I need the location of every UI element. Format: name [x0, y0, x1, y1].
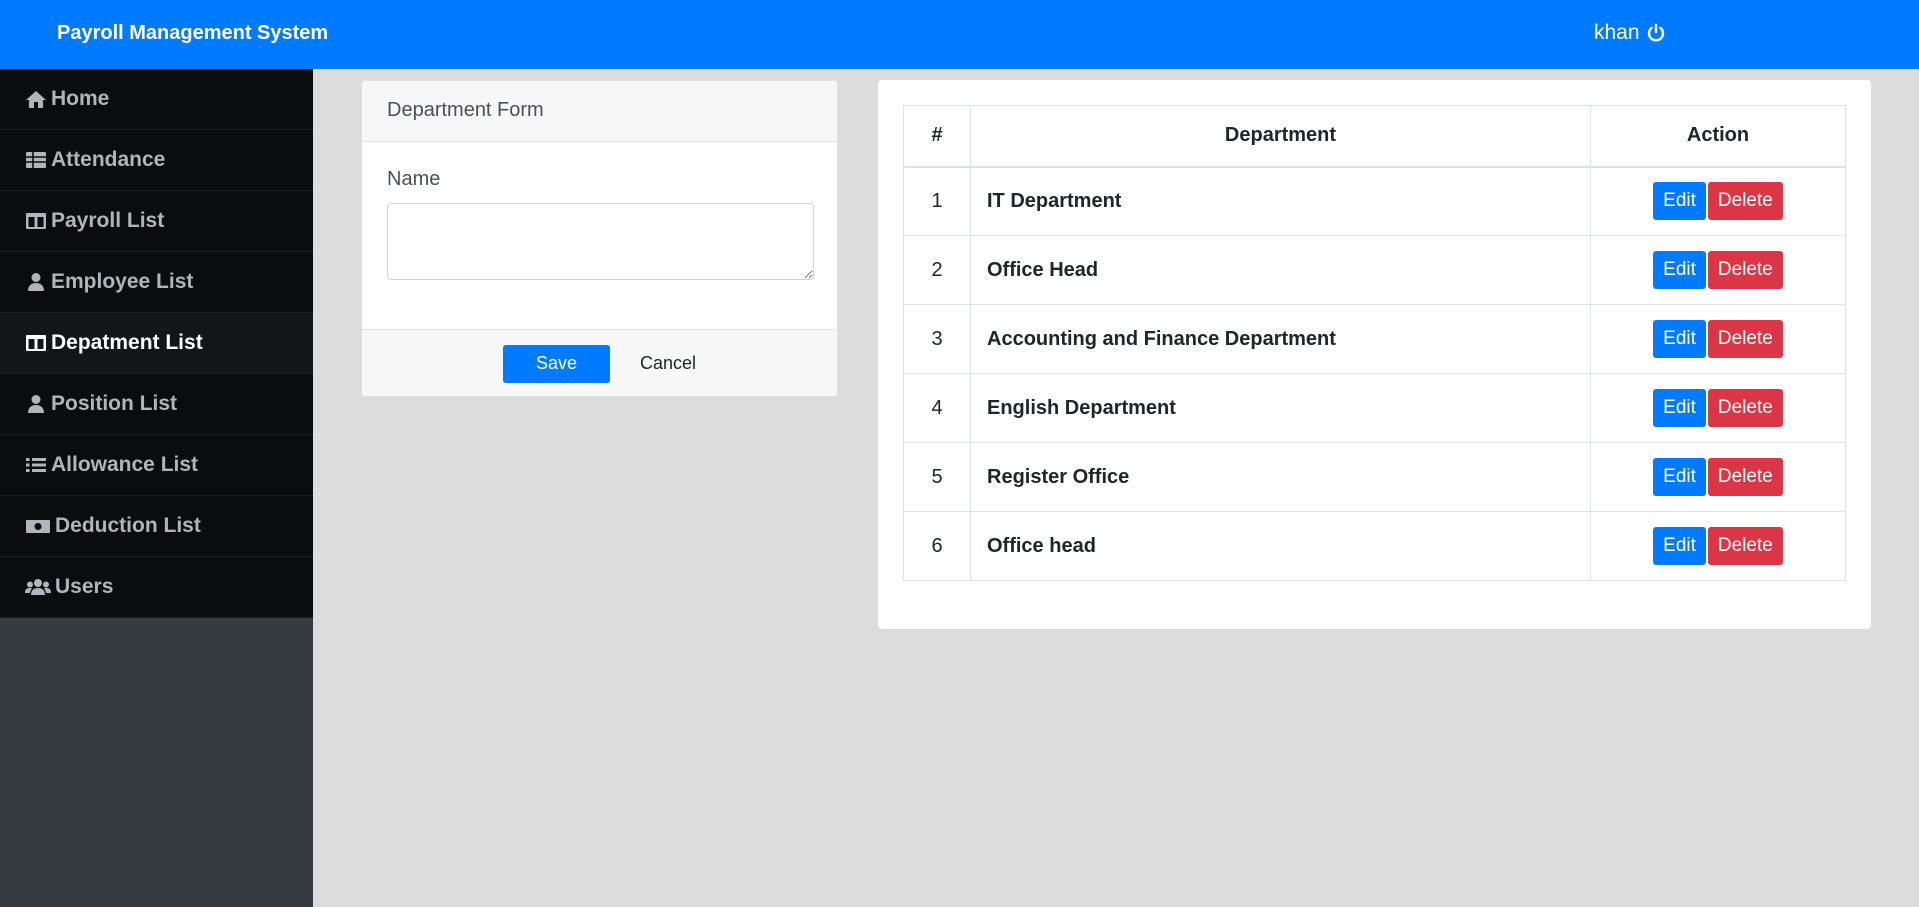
sidebar-item-department-list[interactable]: Depatment List: [0, 313, 313, 374]
delete-button[interactable]: Delete: [1707, 389, 1783, 427]
department-name: IT Department: [970, 166, 1591, 236]
edit-button[interactable]: Edit: [1653, 251, 1706, 289]
edit-button[interactable]: Edit: [1653, 182, 1706, 221]
sidebar-item-allowance-list[interactable]: Allowance List: [0, 435, 313, 496]
sidebar-item-label: Allowance List: [51, 453, 199, 476]
table-icon: [26, 152, 46, 168]
department-name: English Department: [970, 373, 1591, 443]
power-icon[interactable]: [1646, 23, 1666, 43]
column-header-department: Department: [970, 105, 1591, 168]
edit-button[interactable]: Edit: [1653, 389, 1706, 427]
sidebar-item-position-list[interactable]: Position List: [0, 374, 313, 435]
row-number: 5: [903, 442, 971, 512]
form-title: Department Form: [362, 81, 837, 142]
columns-icon: [26, 335, 46, 351]
list-icon: [26, 458, 46, 472]
row-actions: Edit Delete: [1590, 235, 1846, 305]
row-actions: Edit Delete: [1590, 511, 1846, 581]
table-row: 6 Office head Edit Delete: [903, 511, 1846, 581]
department-name: Office Head: [970, 235, 1591, 305]
edit-button[interactable]: Edit: [1653, 320, 1706, 358]
delete-button[interactable]: Delete: [1707, 182, 1783, 221]
sidebar-item-deduction-list[interactable]: Deduction List: [0, 496, 313, 557]
sidebar: Home Attendance Payroll List Employee Li…: [0, 69, 313, 907]
delete-button[interactable]: Delete: [1707, 251, 1783, 289]
row-actions: Edit Delete: [1590, 442, 1846, 512]
department-table-card: # Department Action 1 IT Department Edit…: [878, 80, 1871, 629]
form-footer: Save Cancel: [362, 329, 837, 396]
user-menu[interactable]: khan: [1594, 21, 1666, 45]
row-actions: Edit Delete: [1590, 304, 1846, 374]
app-title: Payroll Management System: [57, 22, 329, 44]
row-actions: Edit Delete: [1590, 166, 1846, 236]
delete-button[interactable]: Delete: [1707, 320, 1783, 358]
cancel-button[interactable]: Cancel: [640, 353, 696, 374]
name-field[interactable]: [387, 203, 814, 280]
department-name: Register Office: [970, 442, 1591, 512]
users-icon: [25, 579, 51, 595]
sidebar-item-employee-list[interactable]: Employee List: [0, 252, 313, 313]
table-row: 4 English Department Edit Delete: [903, 373, 1846, 443]
edit-button[interactable]: Edit: [1653, 527, 1706, 565]
table-row: 5 Register Office Edit Delete: [903, 442, 1846, 512]
save-button[interactable]: Save: [502, 344, 610, 383]
row-number: 6: [903, 511, 971, 581]
table-row: 3 Accounting and Finance Department Edit…: [903, 304, 1846, 374]
money-bill-icon: [26, 520, 50, 533]
department-table: # Department Action 1 IT Department Edit…: [903, 105, 1846, 581]
sidebar-item-users[interactable]: Users: [0, 557, 313, 618]
column-header-number: #: [903, 105, 971, 168]
sidebar-item-label: Payroll List: [51, 209, 165, 232]
edit-button[interactable]: Edit: [1653, 458, 1706, 496]
columns-icon: [26, 213, 46, 229]
home-icon: [26, 91, 46, 108]
user-tie-icon: [28, 273, 44, 291]
name-label: Name: [387, 168, 441, 190]
sidebar-item-label: Depatment List: [51, 331, 203, 354]
delete-button[interactable]: Delete: [1707, 458, 1783, 496]
department-form: Department Form Name Save Cancel: [361, 80, 838, 397]
top-navbar: Payroll Management System khan: [0, 0, 1919, 69]
sidebar-item-attendance[interactable]: Attendance: [0, 130, 313, 191]
delete-button[interactable]: Delete: [1707, 527, 1783, 565]
sidebar-item-label: Deduction List: [55, 514, 201, 537]
sidebar-item-label: Position List: [51, 392, 177, 415]
column-header-action: Action: [1590, 105, 1846, 168]
sidebar-item-label: Employee List: [51, 270, 194, 293]
department-name: Accounting and Finance Department: [970, 304, 1591, 374]
sidebar-item-label: Attendance: [51, 148, 166, 171]
sidebar-item-payroll-list[interactable]: Payroll List: [0, 191, 313, 252]
row-number: 2: [903, 235, 971, 305]
table-row: 1 IT Department Edit Delete: [903, 166, 1846, 236]
row-number: 3: [903, 304, 971, 374]
sidebar-item-home[interactable]: Home: [0, 69, 313, 130]
sidebar-item-label: Users: [55, 575, 114, 598]
user-tie-icon: [28, 395, 44, 413]
form-body: Name: [362, 142, 837, 329]
table-row: 2 Office Head Edit Delete: [903, 235, 1846, 305]
department-name: Office head: [970, 511, 1591, 581]
sidebar-item-label: Home: [51, 87, 110, 110]
username[interactable]: khan: [1594, 21, 1640, 45]
row-actions: Edit Delete: [1590, 373, 1846, 443]
row-number: 4: [903, 373, 971, 443]
row-number: 1: [903, 166, 971, 236]
